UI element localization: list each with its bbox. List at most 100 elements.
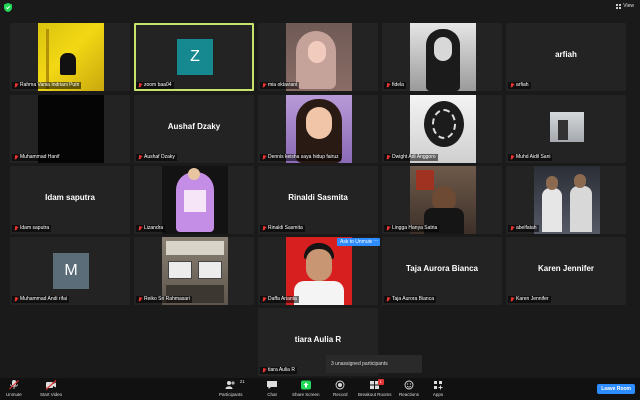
participant-video (410, 95, 476, 163)
avatar: Z (177, 39, 213, 75)
participants-icon: 21 (225, 379, 245, 390)
participant-name-label: Dennis keisha saya hidup fairuz (260, 154, 341, 161)
apps-icon (432, 380, 444, 390)
participant-display-name: Idam saputra (45, 193, 95, 202)
participant-tile[interactable]: arfiah arfiah (506, 23, 626, 91)
mic-muted-icon (510, 297, 514, 302)
participant-tile[interactable]: Lingga Hanya Satria (382, 166, 502, 234)
chat-label: Chat (267, 392, 277, 397)
chat-button[interactable]: Chat (266, 380, 278, 397)
mic-muted-icon (138, 155, 142, 160)
participant-tile[interactable]: Daffa Arianta (258, 237, 378, 305)
unmute-button[interactable]: Unmute (6, 380, 22, 397)
participant-video (162, 237, 228, 305)
mic-muted-icon (386, 226, 390, 231)
mic-muted-icon (510, 155, 514, 160)
participant-display-name: Rinaldi Sasmita (288, 193, 348, 202)
security-shield-icon (4, 3, 12, 12)
participants-count: 21 (239, 379, 245, 384)
participant-name-label: Muhd Aidil Sani (508, 154, 553, 161)
participant-tile[interactable]: Karen Jennifer Karen Jennifer (506, 237, 626, 305)
participant-name-label: Lingga Hanya Satria (384, 225, 440, 232)
participant-display-name: arfiah (555, 50, 577, 59)
participant-name-label: Idam saputra (12, 225, 52, 232)
participant-name-label: mia oktaviani (260, 82, 300, 89)
participant-tile[interactable]: Idam saputra Idam saputra (10, 166, 130, 234)
apps-label: Apps (432, 392, 444, 397)
participant-photo (550, 112, 584, 142)
participants-button[interactable]: 21 Participants (219, 379, 245, 397)
mic-muted-icon (8, 380, 20, 390)
participant-display-name: Taja Aurora Bianca (405, 264, 479, 273)
mic-muted-icon (14, 297, 18, 302)
share-screen-button[interactable]: Share Screen (292, 380, 320, 397)
reactions-label: Reactions (399, 392, 420, 397)
mic-muted-icon (386, 155, 390, 160)
participant-video (286, 237, 352, 305)
participant-tile[interactable]: Z zoom baa04 (134, 23, 254, 91)
participant-tile[interactable]: Lizandra (134, 166, 254, 234)
participant-tile[interactable]: Rinaldi Sasmita Rinaldi Sasmita (258, 166, 378, 234)
participant-name-label: fidela (384, 82, 406, 89)
participant-video (410, 166, 476, 234)
record-label: Record (333, 392, 348, 397)
participant-tile[interactable]: Taja Aurora Bianca Taja Aurora Bianca (382, 237, 502, 305)
meeting-toolbar: Unmute Start Video 21 Participants Chat … (0, 378, 640, 400)
unassigned-participants-text: 3 unassigned participants (331, 361, 388, 367)
participant-name-label: Dwight Adi Anggoro (384, 154, 438, 161)
unmute-label: Unmute (6, 392, 22, 397)
participant-name-label: Rinaldi Sasmita (260, 225, 305, 232)
participant-video (162, 166, 228, 234)
mic-muted-icon (14, 83, 18, 88)
participant-tile[interactable]: Muhammad Hanif (10, 95, 130, 163)
participant-name-label: arfiah (508, 82, 531, 89)
participant-video (286, 23, 352, 91)
participant-video (410, 23, 476, 91)
participant-tile[interactable]: Muhd Aidil Sani (506, 95, 626, 163)
participant-name-label: Taja Aurora Bianca (384, 296, 436, 303)
participant-tile[interactable]: fidela (382, 23, 502, 91)
reactions-button[interactable]: Reactions (399, 380, 419, 397)
reactions-icon (403, 380, 415, 390)
participant-tile[interactable]: Aushaf Dzaky Aushaf Dzaky (134, 95, 254, 163)
participant-video (38, 95, 104, 163)
breakout-badge: 1 (377, 379, 384, 385)
participant-name-label: zoom baa04 (136, 82, 174, 89)
mic-muted-icon (510, 226, 514, 231)
unassigned-participants-notice[interactable]: 3 unassigned participants (326, 355, 422, 373)
participant-tile[interactable]: abelfatah (506, 166, 626, 234)
participant-video (38, 23, 104, 91)
mic-muted-icon (262, 226, 266, 231)
apps-button[interactable]: Apps (432, 380, 444, 397)
mic-muted-icon (14, 226, 18, 231)
leave-room-button[interactable]: Leave Room (597, 384, 635, 394)
mic-muted-icon (510, 83, 514, 88)
participant-name-label: Daffa Arianta (260, 296, 299, 303)
mic-muted-icon (138, 226, 142, 231)
start-video-label: Start Video (40, 392, 63, 397)
participant-display-name: Aushaf Dzaky (167, 122, 221, 131)
ask-to-unmute-button[interactable]: Ask to Unmute (337, 238, 376, 246)
mic-muted-icon (262, 83, 266, 88)
mic-muted-icon (138, 297, 142, 302)
mic-muted-icon (14, 155, 18, 160)
participant-name-label: Aushaf Dzaky (136, 154, 177, 161)
record-button[interactable]: Record (333, 380, 348, 397)
participant-tile[interactable]: Rahma Vania Indriani Putri (10, 23, 130, 91)
participant-tile[interactable]: M Muhammad Andi rifai (10, 237, 130, 305)
participant-tile[interactable]: mia oktaviani (258, 23, 378, 91)
more-options-button[interactable]: ··· (372, 238, 380, 246)
participant-video (534, 166, 600, 234)
breakout-rooms-button[interactable]: 1 Breakout Rooms (358, 379, 392, 397)
participant-tile[interactable]: Dennis keisha saya hidup fairuz (258, 95, 378, 163)
participant-name-label: Muhammad Hanif (12, 154, 62, 161)
mic-muted-icon (386, 297, 390, 302)
start-video-button[interactable]: Start Video (40, 380, 62, 397)
breakout-rooms-icon: 1 (369, 379, 384, 390)
view-button[interactable]: View (616, 3, 634, 9)
participant-tile[interactable]: Reiko Sri Rahmasari (134, 237, 254, 305)
share-screen-icon (300, 380, 312, 390)
record-icon (334, 380, 346, 390)
participant-tile[interactable]: Dwight Adi Anggoro (382, 95, 502, 163)
top-bar: View (0, 0, 640, 16)
